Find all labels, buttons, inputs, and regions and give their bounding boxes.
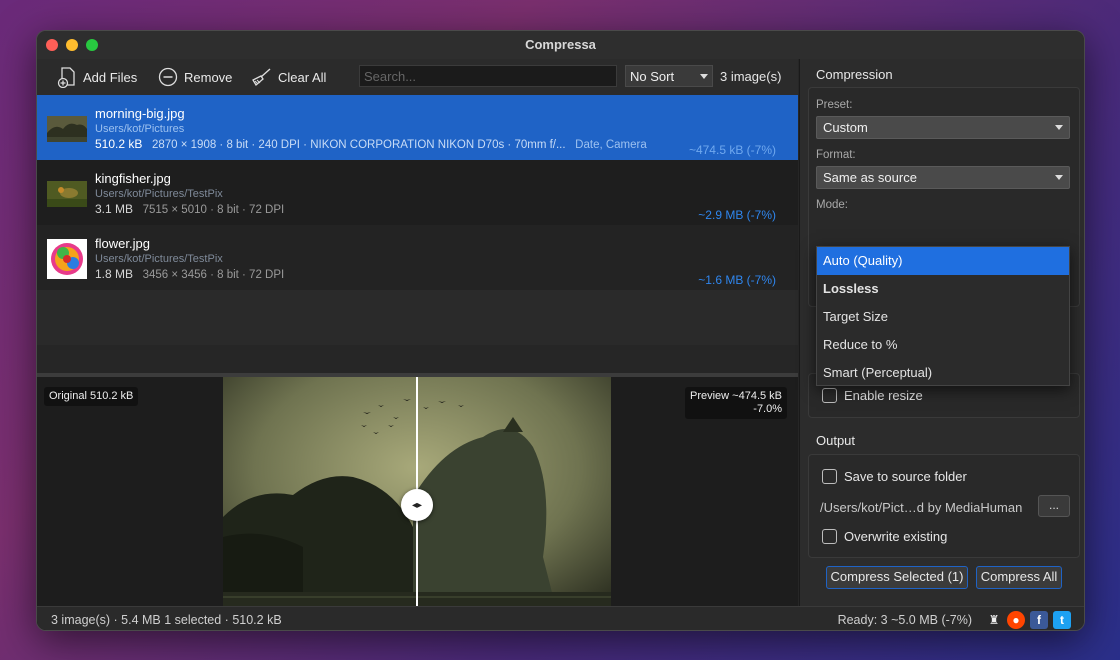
compare-handle[interactable]: ◂▸ (401, 489, 433, 521)
mode-option[interactable]: Target Size (817, 303, 1069, 331)
file-size: 3.1 MB (95, 202, 134, 216)
preview-size-label: Preview ~474.5 kB (690, 390, 783, 402)
mode-dropdown-menu[interactable]: Auto (Quality) Lossless Target Size Redu… (816, 246, 1070, 386)
sort-select[interactable]: No Sort (625, 65, 713, 87)
preview-percent: -7.0% (753, 403, 783, 415)
browse-button[interactable]: ... (1038, 495, 1070, 517)
file-details: 7515 × 5010 · 8 bit · 72 DPI (142, 204, 285, 216)
overwrite-checkbox[interactable] (822, 529, 837, 544)
add-files-label: Add Files (83, 69, 138, 85)
enable-resize-checkbox[interactable] (822, 388, 837, 403)
app-window: Compressa Add Files Remove Clear All Sea… (36, 30, 1085, 631)
file-details: 2870 × 1908 · 8 bit · 240 DPI · NIKON CO… (151, 139, 566, 151)
clear-all-label: Clear All (278, 69, 327, 85)
image-preview: ◂▸ Original 510.2 kB Preview ~474.5 kB -… (37, 377, 798, 630)
mode-option[interactable]: Auto (Quality) (817, 247, 1069, 275)
mode-option[interactable]: Smart (Perceptual) (817, 359, 1069, 387)
enable-resize-label: Enable resize (844, 388, 923, 403)
status-ready: Ready: 3 ~5.0 MB (-7%) (837, 613, 972, 627)
image-count: 3 image(s) (720, 69, 782, 84)
file-name: morning-big.jpg (95, 106, 185, 121)
file-size: 510.2 kB (95, 137, 143, 151)
minus-circle-icon (158, 67, 178, 87)
file-list[interactable]: morning-big.jpg Users/kot/Pictures 510.2… (37, 95, 798, 345)
compress-selected-button[interactable]: Compress Selected (1) (826, 566, 968, 589)
chevron-down-icon (700, 73, 708, 79)
titlebar: Compressa (37, 31, 1084, 59)
remove-label: Remove (184, 69, 233, 85)
output-title: Output (816, 433, 856, 448)
add-file-icon (57, 67, 75, 88)
format-select[interactable]: Same as source (816, 166, 1070, 189)
file-saving: ~474.5 kB (-7%) (688, 143, 776, 157)
mode-option[interactable]: Lossless (817, 275, 1069, 303)
preview-photo: ◂▸ (223, 377, 611, 630)
file-meta: 510.2 kB 2870 × 1908 · 8 bit · 240 DPI ·… (95, 137, 647, 151)
search-input[interactable] (359, 65, 617, 87)
file-row[interactable]: kingfisher.jpg Users/kot/Pictures/TestPi… (37, 160, 798, 225)
zoom-window-button[interactable] (86, 39, 98, 51)
preset-value: Custom (823, 120, 868, 135)
clear-all-button[interactable]: Clear All (250, 65, 326, 89)
compress-all-button[interactable]: Compress All (976, 566, 1062, 589)
format-label: Format: (816, 149, 856, 161)
file-path: Users/kot/Pictures/TestPix (95, 253, 223, 265)
sort-value: No Sort (630, 68, 675, 84)
mode-label: Mode: (816, 199, 848, 211)
settings-pane: Compression Preset: Custom Format: Same … (799, 59, 1084, 606)
preset-label: Preset: (816, 99, 853, 111)
file-size: 1.8 MB (95, 267, 134, 281)
add-files-button[interactable]: Add Files (57, 65, 137, 89)
file-name: kingfisher.jpg (95, 171, 171, 186)
thumbnail-image (47, 239, 87, 279)
file-details: 3456 × 3456 · 8 bit · 72 DPI (142, 269, 285, 281)
thumbnail-image (47, 116, 87, 142)
minimize-window-button[interactable] (66, 39, 78, 51)
remove-button[interactable]: Remove (158, 65, 232, 89)
status-summary: 3 image(s) · 5.4 MB 1 selected · 510.2 k… (51, 613, 282, 627)
left-pane: Add Files Remove Clear All No Sort (37, 59, 798, 630)
thumbnail-image (47, 181, 87, 207)
format-value: Same as source (823, 170, 917, 185)
broom-icon (252, 68, 271, 86)
chevron-down-icon (1055, 175, 1063, 180)
left-right-arrows-icon: ◂▸ (411, 499, 423, 511)
mode-option[interactable]: Reduce to % (817, 331, 1069, 359)
file-meta: 3.1 MB 7515 × 5010 · 8 bit · 72 DPI (95, 202, 284, 216)
preview-size-badge: Preview ~474.5 kB -7.0% (685, 387, 788, 419)
overwrite-label: Overwrite existing (844, 529, 948, 544)
compression-title: Compression (816, 67, 893, 82)
facebook-icon[interactable]: f (1030, 611, 1048, 629)
preset-select[interactable]: Custom (816, 116, 1070, 139)
toolbar: Add Files Remove Clear All No Sort (37, 59, 798, 95)
file-path: Users/kot/Pictures/TestPix (95, 188, 223, 200)
file-meta: 1.8 MB 3456 × 3456 · 8 bit · 72 DPI (95, 267, 284, 281)
chevron-down-icon (1055, 125, 1063, 130)
file-saving: ~2.9 MB (-7%) (698, 208, 776, 222)
original-size-badge: Original 510.2 kB (44, 387, 139, 406)
output-path: /Users/kot/Pict…d by MediaHuman (820, 500, 1023, 515)
file-name: flower.jpg (95, 236, 150, 251)
file-row[interactable]: flower.jpg Users/kot/Pictures/TestPix 1.… (37, 225, 798, 290)
mediahuman-icon[interactable]: ♜ (985, 611, 1003, 629)
close-window-button[interactable] (46, 39, 58, 51)
status-bar: 3 image(s) · 5.4 MB 1 selected · 510.2 k… (37, 606, 1084, 630)
save-to-source-label: Save to source folder (844, 469, 967, 484)
save-to-source-checkbox[interactable] (822, 469, 837, 484)
file-path: Users/kot/Pictures (95, 123, 185, 135)
file-tags: Date, Camera (575, 139, 647, 151)
file-row[interactable]: morning-big.jpg Users/kot/Pictures 510.2… (37, 95, 798, 160)
window-title: Compressa (525, 37, 596, 52)
file-saving: ~1.6 MB (-7%) (698, 273, 776, 287)
twitter-icon[interactable]: t (1053, 611, 1071, 629)
reddit-icon[interactable]: ● (1007, 611, 1025, 629)
